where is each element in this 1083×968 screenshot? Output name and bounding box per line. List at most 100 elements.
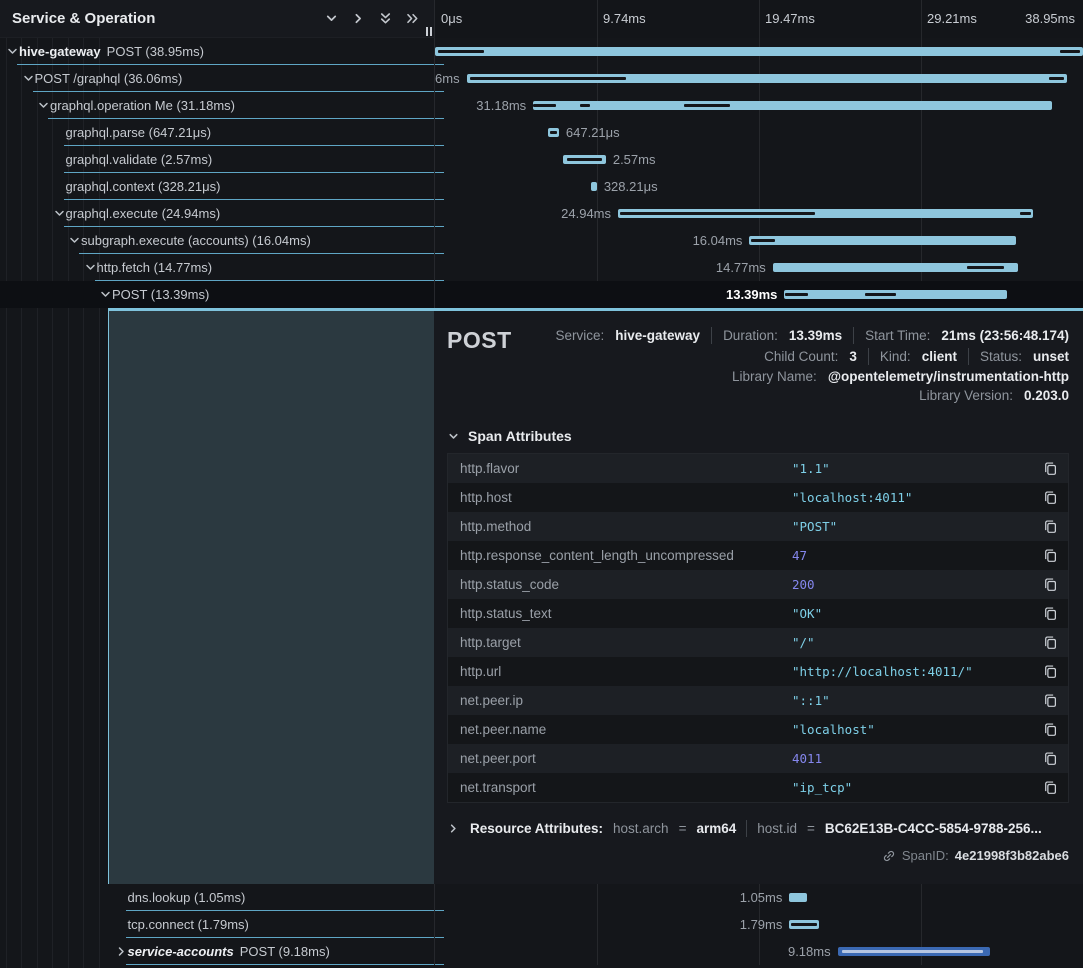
span-name-cell[interactable]: POST /graphql (36.06ms) xyxy=(0,65,435,92)
span-name-cell[interactable]: tcp.connect (1.79ms) xyxy=(0,911,435,938)
attribute-key: http.target xyxy=(448,635,792,650)
copy-icon[interactable] xyxy=(1032,606,1068,621)
collapse-one-icon[interactable] xyxy=(318,5,345,32)
span-service-name: hive-gateway xyxy=(19,44,101,59)
span-name-cell[interactable]: graphql.context (328.21μs) xyxy=(0,173,435,200)
copy-icon[interactable] xyxy=(1032,780,1068,795)
span-duration-bar[interactable] xyxy=(533,101,1052,110)
span-name-cell[interactable]: graphql.execute (24.94ms) xyxy=(0,200,435,227)
span-duration-bar[interactable] xyxy=(838,947,991,956)
chevron-right-icon[interactable] xyxy=(115,945,128,958)
span-duration-bar[interactable] xyxy=(773,263,1019,272)
tick-1: 9.74ms xyxy=(603,11,646,26)
span-name-cell[interactable]: POST (13.39ms) xyxy=(0,281,435,308)
span-duration-bar[interactable] xyxy=(789,920,819,929)
span-name-cell[interactable]: graphql.parse (647.21μs) xyxy=(0,119,435,146)
span-timeline-cell[interactable]: 16.04ms xyxy=(435,227,1083,254)
span-attributes-accordion[interactable]: Span Attributes xyxy=(447,428,1069,444)
span-row: hive-gatewayPOST (38.95ms) xyxy=(0,38,1083,65)
chevron-down-icon[interactable] xyxy=(37,99,50,112)
span-duration-label: 328.21μs xyxy=(604,179,658,194)
child-span-mark xyxy=(620,212,815,215)
copy-icon[interactable] xyxy=(1032,664,1068,679)
expand-one-icon[interactable] xyxy=(345,5,372,32)
span-timeline-cell[interactable]: 13.39ms xyxy=(435,281,1083,308)
copy-icon[interactable] xyxy=(1032,751,1068,766)
resource-key: host.id xyxy=(757,821,797,836)
chevron-down-icon[interactable] xyxy=(53,207,66,220)
resource-key: host.arch xyxy=(613,821,669,836)
library-version-value: 0.203.0 xyxy=(1024,388,1069,403)
chevron-down-icon[interactable] xyxy=(84,261,97,274)
span-duration-label: 36.06ms xyxy=(435,71,460,86)
tick-2: 19.47ms xyxy=(765,11,815,26)
child-count-label: Child Count: xyxy=(764,349,838,364)
copy-icon[interactable] xyxy=(1032,722,1068,737)
child-span-mark xyxy=(567,158,603,161)
span-id-row: SpanID: 4e21998f3b82abe6 xyxy=(447,848,1069,863)
service-operation-header: Service & Operation xyxy=(0,0,435,38)
span-timeline-cell[interactable]: 1.05ms xyxy=(435,884,1083,911)
expand-all-icon[interactable] xyxy=(399,5,426,32)
span-duration-bar[interactable] xyxy=(789,893,806,902)
span-operation-name: graphql.execute (24.94ms) xyxy=(66,206,221,221)
span-timeline-cell[interactable]: 1.79ms xyxy=(435,911,1083,938)
span-row: POST /graphql (36.06ms) 36.06ms xyxy=(0,65,1083,92)
resource-attributes-accordion[interactable]: Resource Attributes: host.arch = arm64 h… xyxy=(447,820,1069,837)
copy-icon[interactable] xyxy=(1032,693,1068,708)
copy-icon[interactable] xyxy=(1032,635,1068,650)
chevron-down-icon[interactable] xyxy=(99,288,112,301)
span-timeline-cell[interactable]: 36.06ms xyxy=(435,65,1083,92)
span-name-cell[interactable]: graphql.operation Me (31.18ms) xyxy=(0,92,435,119)
span-timeline-cell[interactable]: 647.21μs xyxy=(435,119,1083,146)
span-name-cell[interactable]: http.fetch (14.77ms) xyxy=(0,254,435,281)
collapse-all-icon[interactable] xyxy=(372,5,399,32)
span-duration-bar[interactable] xyxy=(467,74,1067,83)
copy-icon[interactable] xyxy=(1032,548,1068,563)
span-duration-bar[interactable] xyxy=(749,236,1016,245)
span-name-cell[interactable]: hive-gatewayPOST (38.95ms) xyxy=(0,38,435,65)
span-duration-bar[interactable] xyxy=(563,155,606,164)
span-timeline-cell[interactable]: 24.94ms xyxy=(435,200,1083,227)
span-timeline-cell[interactable]: 9.18ms xyxy=(435,938,1083,965)
span-detail-panel: POST Service: hive-gateway Duration: 13.… xyxy=(434,311,1083,884)
child-span-mark xyxy=(865,293,896,296)
attribute-value: 200 xyxy=(792,577,1032,592)
span-id-value[interactable]: 4e21998f3b82abe6 xyxy=(955,848,1069,863)
span-name-cell[interactable]: graphql.validate (2.57ms) xyxy=(0,146,435,173)
chevron-down-icon[interactable] xyxy=(22,72,35,85)
link-icon[interactable] xyxy=(882,849,896,863)
span-timeline-cell[interactable]: 2.57ms xyxy=(435,146,1083,173)
span-duration-bar[interactable] xyxy=(784,290,1007,299)
span-duration-bar[interactable] xyxy=(591,182,596,191)
attribute-key: net.peer.ip xyxy=(448,693,792,708)
child-span-mark xyxy=(1049,77,1064,80)
child-span-mark xyxy=(751,239,775,242)
span-timeline-cell[interactable]: 328.21μs xyxy=(435,173,1083,200)
attribute-value: 4011 xyxy=(792,751,1032,766)
copy-icon[interactable] xyxy=(1032,519,1068,534)
span-timeline-cell[interactable] xyxy=(435,38,1083,65)
chevron-down-icon[interactable] xyxy=(6,45,19,58)
span-operation-name: POST (13.39ms) xyxy=(112,287,209,302)
chevron-right-icon xyxy=(447,822,460,835)
span-duration-bar[interactable] xyxy=(435,47,1083,56)
copy-icon[interactable] xyxy=(1032,461,1068,476)
span-timeline-cell[interactable]: 14.77ms xyxy=(435,254,1083,281)
span-duration-bar[interactable] xyxy=(618,209,1033,218)
span-timeline-cell[interactable]: 31.18ms xyxy=(435,92,1083,119)
span-name-cell[interactable]: dns.lookup (1.05ms) xyxy=(0,884,435,911)
span-duration-bar[interactable] xyxy=(548,128,559,137)
copy-icon[interactable] xyxy=(1032,490,1068,505)
library-version-label: Library Version: xyxy=(919,388,1013,403)
column-resize-handle[interactable] xyxy=(426,27,432,36)
span-name-cell[interactable]: service-accountsPOST (9.18ms) xyxy=(0,938,435,965)
span-rows-bottom: dns.lookup (1.05ms)1.05mstcp.connect (1.… xyxy=(0,884,1083,965)
child-span-mark xyxy=(580,104,590,107)
copy-icon[interactable] xyxy=(1032,577,1068,592)
span-operation-name: subgraph.execute (accounts) (16.04ms) xyxy=(81,233,311,248)
span-name-cell[interactable]: subgraph.execute (accounts) (16.04ms) xyxy=(0,227,435,254)
chevron-down-icon[interactable] xyxy=(68,234,81,247)
attribute-row: http.response_content_length_uncompresse… xyxy=(448,541,1068,570)
span-operation-name: POST /graphql (36.06ms) xyxy=(35,71,183,86)
